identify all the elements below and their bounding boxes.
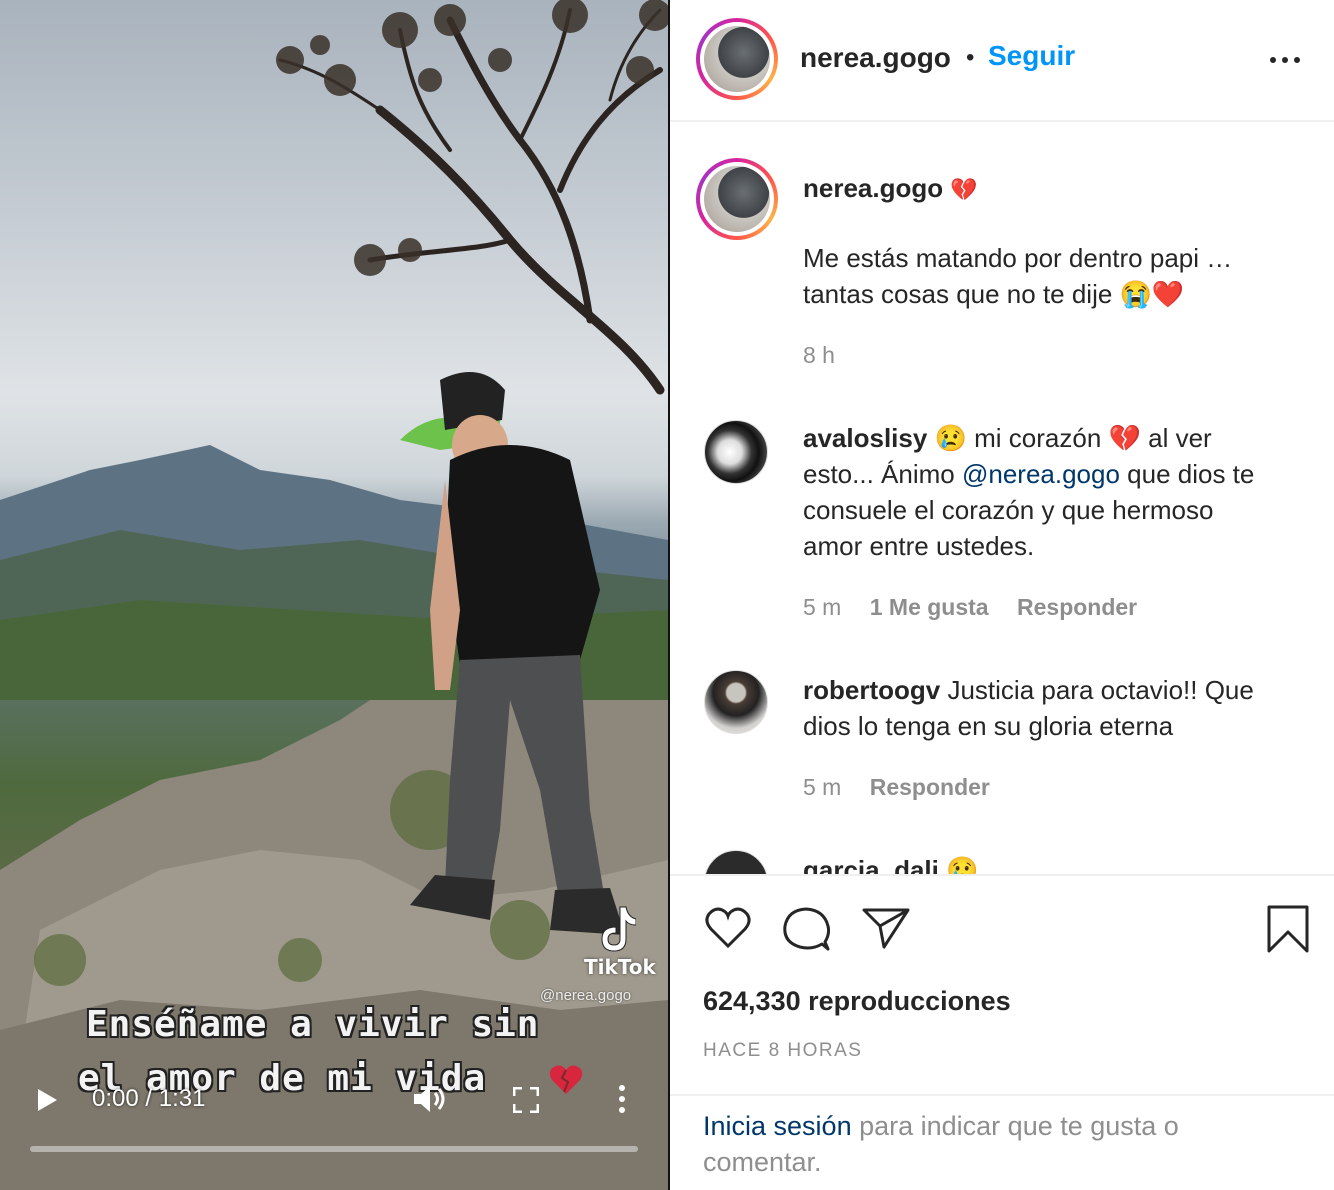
comment-likes[interactable]: 1 Me gusta [870,594,989,620]
tree-graphic [276,0,668,395]
comment-text: Justicia para octavio!! Que [947,675,1254,705]
comment-username[interactable]: robertoogv [803,675,940,705]
post-age[interactable]: HACE 8 HORAS [703,1040,862,1062]
broken-heart-emoji: 💔 [950,177,978,202]
avatar[interactable] [704,420,768,484]
fullscreen-icon[interactable] [513,1087,539,1113]
caption-meta: 8 h [803,342,857,369]
bookmark-icon[interactable] [1266,904,1310,954]
tiktok-brand: TikTok [584,955,656,979]
comment-text: esto... Ánimo [803,459,962,489]
comment-text: 😢 [946,855,979,874]
volume-icon[interactable] [412,1084,448,1114]
caption-time[interactable]: 8 h [803,342,835,368]
avatar[interactable] [704,850,768,874]
video-more-icon[interactable] [612,1084,632,1114]
comment-text: que dios te [1119,459,1255,489]
comment-text: amor entre ustedes. [803,531,1035,561]
reply-button[interactable]: Responder [1017,594,1137,620]
comment-time[interactable]: 5 m [803,774,841,800]
comments-list[interactable]: nerea.gogo 💔 Me estás matando por dentro… [670,122,1334,874]
video-progress-bar[interactable] [30,1146,638,1152]
comment-username[interactable]: garcia_dali [803,855,939,874]
header-separator: • [966,44,975,71]
follow-button[interactable]: Seguir [988,40,1075,72]
caption-line-2: tantas cosas que no te dije 😭❤️ [803,279,1185,309]
comment-text: dios lo tenga en su gloria eterna [803,711,1174,741]
post-panel: nerea.gogo • Seguir nerea.gogo 💔 Me está… [670,0,1334,1190]
footer-divider [670,1094,1334,1096]
comment-text: consuele el corazón y que hermoso [803,495,1214,525]
mention-link[interactable]: @nerea.gogo [962,459,1120,489]
comment-meta: 5 m Responder [803,774,1012,801]
caption-avatar[interactable] [696,158,778,240]
caption-header: nerea.gogo 💔 [803,170,978,208]
comment-time[interactable]: 5 m [803,594,841,620]
hiker-figure [400,372,625,935]
header-avatar[interactable] [696,18,778,100]
comment-icon[interactable] [782,906,830,952]
caption-username[interactable]: nerea.gogo [803,173,943,203]
tiktok-handle: @nerea.gogo [540,987,632,1004]
more-options-icon[interactable] [1268,52,1302,68]
comment-username[interactable]: avaloslisy [803,423,927,453]
reply-button[interactable]: Responder [870,774,990,800]
caption-line-1: Me estás matando por dentro papi … [803,243,1233,273]
comment-meta: 5 m 1 Me gusta Responder [803,594,1159,621]
comment-avaloslisy: avaloslisy 😢 mi corazón 💔 al ver esto...… [803,420,1313,564]
login-prompt: Inicia sesión para indicar que te gusta … [703,1108,1263,1180]
caption-text: Me estás matando por dentro papi … tanta… [803,240,1232,312]
video-overlay-text-1: Enséñame a vivir sin [86,1004,540,1045]
comment-robertoogv: robertoogv Justicia para octavio!! Que d… [803,672,1313,744]
comment-garcia-dali: garcia_dali 😢 [803,852,978,874]
play-icon[interactable] [36,1088,58,1112]
login-link[interactable]: Inicia sesión [703,1111,852,1141]
tiktok-logo-icon [601,906,636,952]
avatar[interactable] [704,670,768,734]
login-prompt-text-2: comentar. [703,1147,822,1177]
login-prompt-text: para indicar que te gusta o [851,1111,1179,1141]
broken-heart-icon [549,1065,583,1094]
video-time: 0:00 / 1:31 [92,1085,206,1112]
share-icon[interactable] [862,906,910,950]
comment-text: 😢 mi corazón 💔 al ver [934,423,1212,453]
video-player[interactable]: TikTok @nerea.gogo Enséñame a vivir sin … [0,0,668,1190]
heart-icon[interactable] [704,906,752,950]
header-username[interactable]: nerea.gogo [800,42,951,74]
views-count: 624,330 reproducciones [703,986,1011,1016]
